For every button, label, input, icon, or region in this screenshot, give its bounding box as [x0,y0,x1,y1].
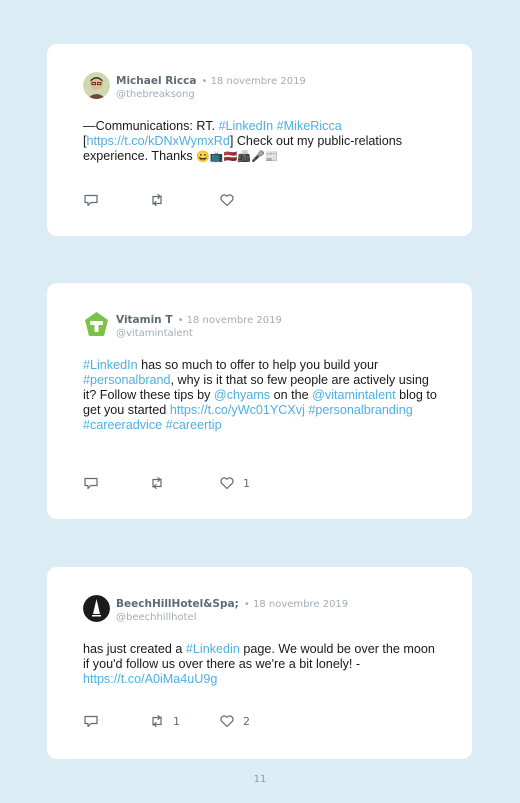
reply-button[interactable] [83,713,107,729]
hashtag-link[interactable]: #LinkedIn [219,119,274,133]
author-handle[interactable]: @vitamintalent [116,327,282,340]
like-button[interactable] [219,192,243,208]
tweet-actions: 1 2 [83,713,303,729]
retweet-icon [152,476,162,490]
hashtag-link[interactable]: #careertip [166,418,222,432]
tweet-actions: 1 [83,475,303,491]
tweet-text: #LinkedIn has so much to offer to help y… [83,358,442,433]
tweet-card-2: Vitamin T • 18 novembre 2019 @vitamintal… [47,283,472,519]
url-link[interactable]: https://t.co/kDNxWymxRd [87,134,230,148]
mention-link[interactable]: @chyams [214,388,270,402]
retweet-button[interactable]: 1 [149,713,180,729]
author-handle[interactable]: @thebreaksong [116,88,306,101]
tweet-actions [83,192,303,208]
reply-icon [84,477,98,490]
retweet-icon [152,714,162,728]
retweet-count: 1 [173,714,180,728]
tweet-date[interactable]: • 18 novembre 2019 [178,315,282,326]
tweet-header: BeechHillHotel&Spa; • 18 novembre 2019 @… [116,595,348,624]
text-segment: has just created a [83,642,186,656]
avatar[interactable] [83,311,110,338]
like-count: 2 [243,714,250,728]
text-segment: —Communications: RT. [83,119,219,133]
tweet-header: Vitamin T • 18 novembre 2019 @vitamintal… [116,311,282,340]
tweet-text: has just created a #Linkedin page. We wo… [83,642,442,687]
reply-icon [84,715,98,728]
mention-link[interactable]: @vitamintalent [312,388,395,402]
retweet-icon [152,193,162,207]
reply-button[interactable] [83,475,107,491]
url-link[interactable]: https://t.co/A0iMa4uU9g [83,672,217,686]
url-link[interactable]: https://t.co/yWc01YCXvj [170,403,305,417]
tweet-header: Michael Ricca • 18 novembre 2019 @thebre… [116,72,306,101]
like-icon [220,477,234,490]
like-icon [220,194,234,207]
emoji-sequence: 😀📺🇱🇻📠🎤📰 [196,151,279,163]
author-handle[interactable]: @beechhillhotel [116,611,348,624]
page-number: 11 [253,774,267,785]
hashtag-link[interactable]: #MikeRicca [277,119,342,133]
tweet-text: —Communications: RT. #LinkedIn #MikeRicc… [83,119,442,165]
avatar[interactable] [83,595,110,622]
text-segment: on the [270,388,313,402]
retweet-button[interactable] [149,192,173,208]
retweet-button[interactable] [149,475,173,491]
reply-button[interactable] [83,192,107,208]
like-button[interactable]: 1 [219,475,250,491]
hashtag-link[interactable]: #personalbranding [308,403,412,417]
hashtag-link[interactable]: #personalbrand [83,373,171,387]
text-segment: has so much to offer to help you build y… [137,358,379,372]
author-name[interactable]: Vitamin T [116,314,172,326]
like-button[interactable]: 2 [219,713,250,729]
tweet-card-1: Michael Ricca • 18 novembre 2019 @thebre… [47,44,472,236]
author-name[interactable]: BeechHillHotel&Spa; [116,598,239,610]
avatar[interactable] [83,72,110,99]
hashtag-link[interactable]: #Linkedin [186,642,240,656]
like-icon [220,715,234,728]
hashtag-link[interactable]: #careeradvice [83,418,162,432]
like-count: 1 [243,476,250,490]
author-name[interactable]: Michael Ricca [116,75,196,87]
reply-icon [84,194,98,207]
hashtag-link[interactable]: #LinkedIn [83,358,138,372]
tweet-date[interactable]: • 18 novembre 2019 [244,599,348,610]
tweet-card-3: BeechHillHotel&Spa; • 18 novembre 2019 @… [47,567,472,759]
tweet-date[interactable]: • 18 novembre 2019 [202,76,306,87]
